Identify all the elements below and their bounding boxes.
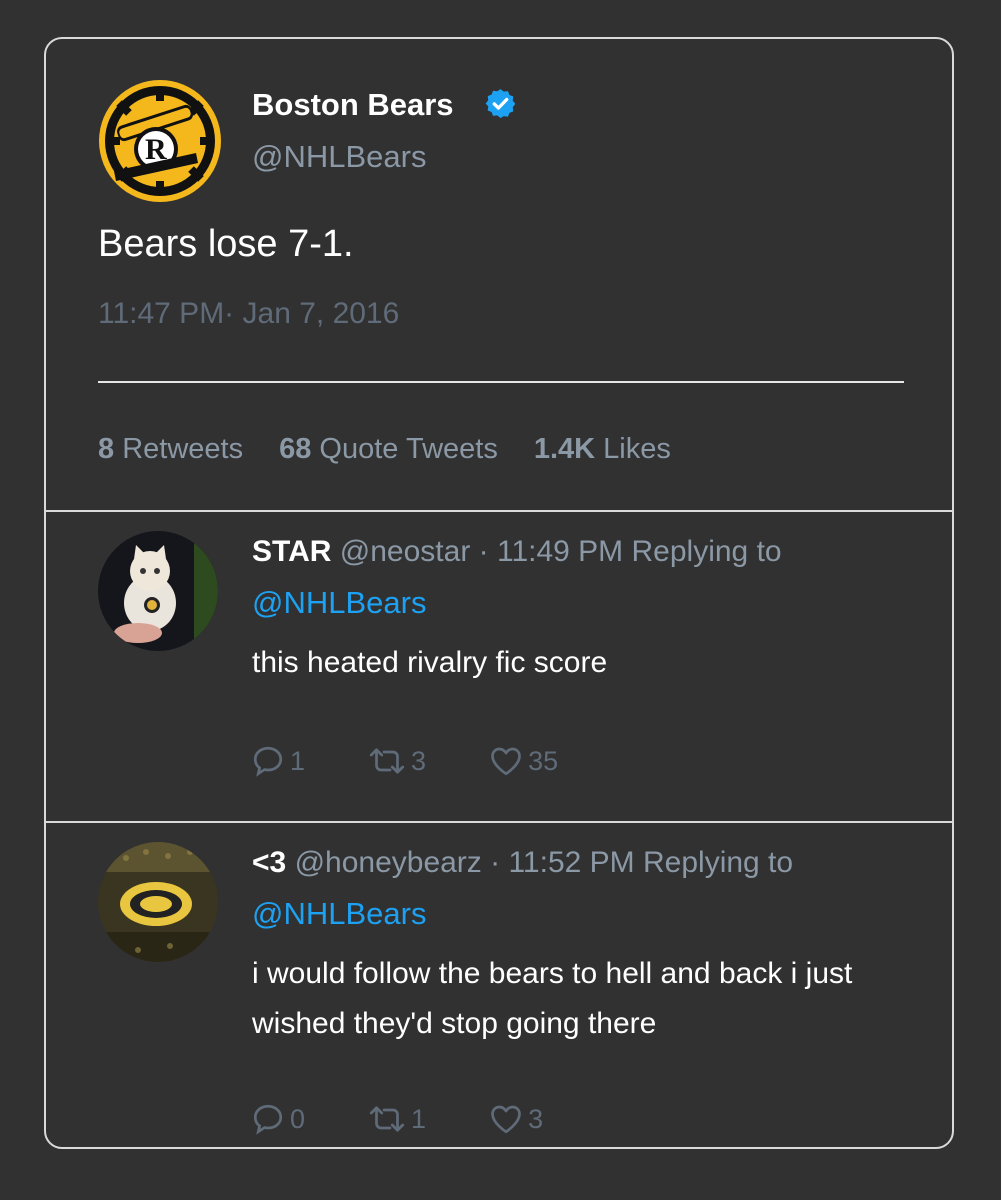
quote-tweets-stat[interactable]: 68 Quote Tweets bbox=[279, 433, 498, 465]
reply-meta: · 11:49 PM Replying to bbox=[470, 535, 782, 568]
retweet-icon bbox=[369, 1106, 405, 1132]
main-tweet-stats: 8 Retweets 68 Quote Tweets 1.4K Likes bbox=[98, 433, 671, 466]
heart-icon bbox=[491, 747, 521, 776]
reply-count: 0 bbox=[290, 1103, 306, 1134]
like-count: 3 bbox=[528, 1103, 544, 1134]
heart-icon bbox=[491, 1105, 521, 1134]
retweets-count: 8 bbox=[98, 433, 115, 465]
comment-icon bbox=[253, 1104, 283, 1135]
reply-button[interactable]: 1 bbox=[250, 743, 305, 779]
reply-actions: 1 3 35 bbox=[250, 739, 620, 783]
quotes-label: Quote Tweets bbox=[319, 433, 498, 465]
reply-display-name[interactable]: <3 bbox=[252, 846, 286, 879]
retweets-label: Retweets bbox=[122, 433, 244, 465]
reply-header: <3 @honeybearz · 11:52 PM Replying to bbox=[252, 846, 793, 880]
reply-button[interactable]: 0 bbox=[250, 1101, 305, 1137]
reply-handle[interactable]: @neostar bbox=[340, 535, 471, 568]
main-tweet-display-name[interactable]: Boston Bears bbox=[252, 87, 454, 123]
retweet-icon bbox=[369, 748, 405, 774]
main-tweet-handle[interactable]: @NHLBears bbox=[252, 139, 426, 175]
like-button[interactable]: 35 bbox=[488, 743, 558, 779]
reply-text: i would follow the bears to hell and bac… bbox=[252, 957, 853, 1040]
main-tweet-avatar[interactable]: R bbox=[98, 79, 222, 203]
reply-header: STAR @neostar · 11:49 PM Replying to bbox=[252, 535, 782, 569]
comment-icon bbox=[253, 746, 283, 777]
arena-logo-photo-icon bbox=[98, 842, 218, 962]
likes-label: Likes bbox=[603, 433, 671, 465]
reply-avatar[interactable] bbox=[98, 531, 218, 651]
reply-mention-link[interactable]: @NHLBears bbox=[252, 585, 426, 621]
reply-count: 1 bbox=[290, 745, 306, 776]
logo-letter: R bbox=[145, 133, 167, 166]
main-tweet-divider bbox=[98, 381, 904, 383]
like-count: 35 bbox=[528, 745, 559, 776]
reply-handle[interactable]: @honeybearz bbox=[295, 846, 482, 879]
tweet-thread-card: R Boston Bears @NHLBears Bears lose 7-1.… bbox=[44, 37, 954, 1149]
reply-text: this heated rivalry fic score bbox=[252, 646, 608, 679]
retweet-button[interactable]: 1 bbox=[367, 1101, 426, 1137]
retweet-button[interactable]: 3 bbox=[367, 743, 426, 779]
main-tweet-text: Bears lose 7-1. bbox=[98, 223, 354, 265]
quotes-count: 68 bbox=[279, 433, 312, 465]
like-button[interactable]: 3 bbox=[488, 1101, 543, 1137]
reply-avatar[interactable] bbox=[98, 842, 218, 962]
thread-separator bbox=[46, 510, 952, 512]
retweet-count: 1 bbox=[411, 1103, 427, 1134]
kitten-photo-icon bbox=[98, 531, 218, 651]
thread-separator bbox=[46, 821, 952, 823]
reply-mention-link[interactable]: @NHLBears bbox=[252, 896, 426, 932]
retweets-stat[interactable]: 8 Retweets bbox=[98, 433, 243, 465]
main-tweet-timestamp[interactable]: 11:47 PM· Jan 7, 2016 bbox=[98, 297, 399, 331]
reply-meta: · 11:52 PM Replying to bbox=[481, 846, 794, 879]
verified-badge-icon bbox=[485, 89, 516, 118]
likes-count: 1.4K bbox=[533, 433, 596, 465]
reply-display-name[interactable]: STAR bbox=[252, 535, 331, 568]
retweet-count: 3 bbox=[411, 745, 427, 776]
reply-actions: 0 1 3 bbox=[250, 1097, 605, 1141]
likes-stat[interactable]: 1.4K Likes bbox=[534, 433, 671, 465]
